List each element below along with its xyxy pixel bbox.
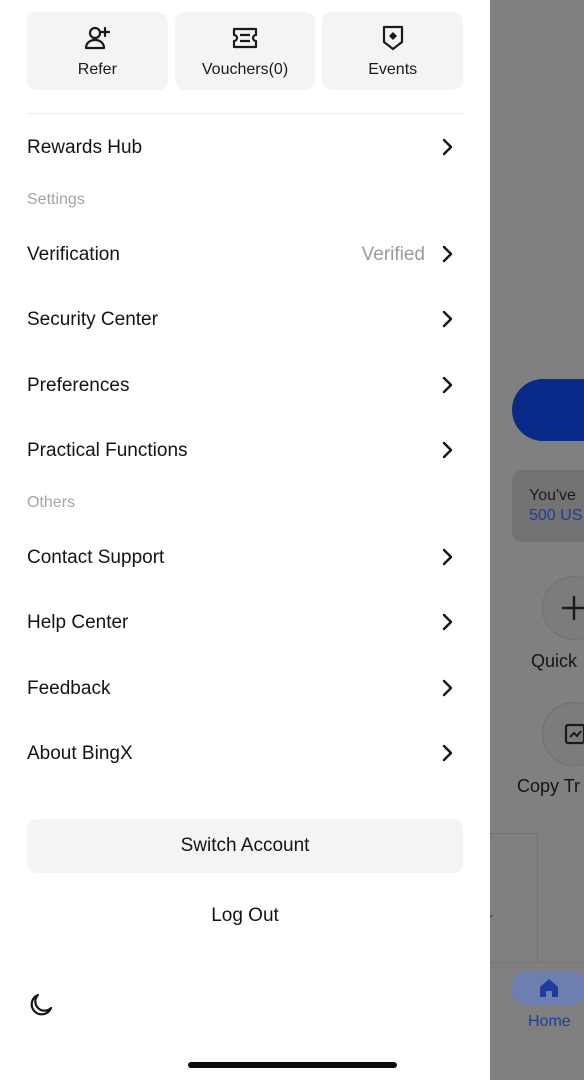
copy-trade-label: Copy Tr — [517, 776, 581, 796]
chevron-right-icon — [442, 310, 453, 328]
menu-item-label: Rewards Hub — [27, 137, 143, 158]
vouchers-label: Vouchers(0) — [201, 61, 289, 78]
menu-item-label: Contact Support — [27, 547, 165, 568]
quick-label: Quick — [531, 651, 578, 671]
quick-action-circle — [542, 576, 584, 640]
menu-item-feedback[interactable]: Feedback — [27, 668, 463, 708]
menu-item-label: Help Center — [27, 612, 129, 633]
tab-home-label: Home — [528, 1013, 571, 1030]
chevron-right-icon — [442, 613, 453, 631]
quick-action-tiles: Refer Vouchers(0) Events — [27, 12, 464, 90]
switch-account-button[interactable]: Switch Account — [27, 819, 463, 873]
menu-item-verification[interactable]: Verification Verified — [27, 234, 463, 274]
menu-item-about[interactable]: About BingX — [27, 733, 463, 773]
chevron-right-icon — [442, 548, 453, 566]
side-drawer: Refer Vouchers(0) Events Rewards Hub Set… — [0, 0, 490, 1080]
menu-item-contact-support[interactable]: Contact Support — [27, 537, 463, 577]
chevron-right-icon — [442, 679, 453, 697]
copy-trade-icon — [564, 723, 584, 745]
home-icon — [540, 979, 558, 997]
menu-item-label: Practical Functions — [27, 440, 188, 461]
tab-home — [511, 971, 584, 1005]
menu-item-label: Verification — [27, 244, 120, 265]
refer-tile[interactable]: Refer — [27, 12, 168, 90]
divider — [27, 113, 463, 114]
voucher-ticket-icon — [232, 27, 258, 49]
verification-status: Verified — [361, 244, 425, 265]
menu-item-rewards-hub[interactable]: Rewards Hub — [27, 127, 463, 167]
bottom-tab-bar: Home — [490, 962, 584, 1080]
menu-item-label: About BingX — [27, 743, 133, 764]
section-header-others: Others — [27, 494, 76, 511]
home-indicator — [188, 1062, 397, 1068]
menu-item-label: Preferences — [27, 375, 130, 396]
moon-icon[interactable] — [28, 992, 54, 1018]
promo-line-2: 500 US — [529, 507, 583, 524]
refer-label: Refer — [77, 61, 117, 78]
events-tile[interactable]: Events — [322, 12, 464, 90]
events-label: Events — [368, 61, 418, 78]
chevron-down-icon: ⌄ — [490, 905, 496, 922]
chevron-right-icon — [442, 138, 453, 156]
log-out-button[interactable]: Log Out — [27, 905, 463, 933]
chevron-right-icon — [442, 744, 453, 762]
chevron-right-icon — [442, 376, 453, 394]
menu-item-security-center[interactable]: Security Center — [27, 299, 463, 339]
menu-item-preferences[interactable]: Preferences — [27, 365, 463, 405]
vouchers-tile[interactable]: Vouchers(0) — [174, 12, 316, 90]
menu-item-help-center[interactable]: Help Center — [27, 602, 463, 642]
chevron-right-icon — [442, 245, 453, 263]
background-primary-button — [512, 379, 584, 441]
plus-icon — [561, 595, 584, 621]
chevron-right-icon — [442, 441, 453, 459]
section-header-settings: Settings — [27, 191, 85, 208]
background-app: You've 500 US Quick Copy Tr ⌄ Home — [490, 0, 584, 1080]
refer-user-plus-icon — [85, 26, 111, 50]
menu-item-practical-functions[interactable]: Practical Functions — [27, 430, 463, 470]
background-promo-card: You've 500 US — [512, 470, 584, 542]
promo-line-1: You've — [529, 487, 576, 504]
background-panel — [490, 833, 538, 964]
copy-trade-circle — [542, 702, 584, 766]
menu-item-label: Feedback — [27, 678, 111, 699]
events-badge-icon — [382, 25, 403, 51]
menu-item-label: Security Center — [27, 309, 158, 330]
